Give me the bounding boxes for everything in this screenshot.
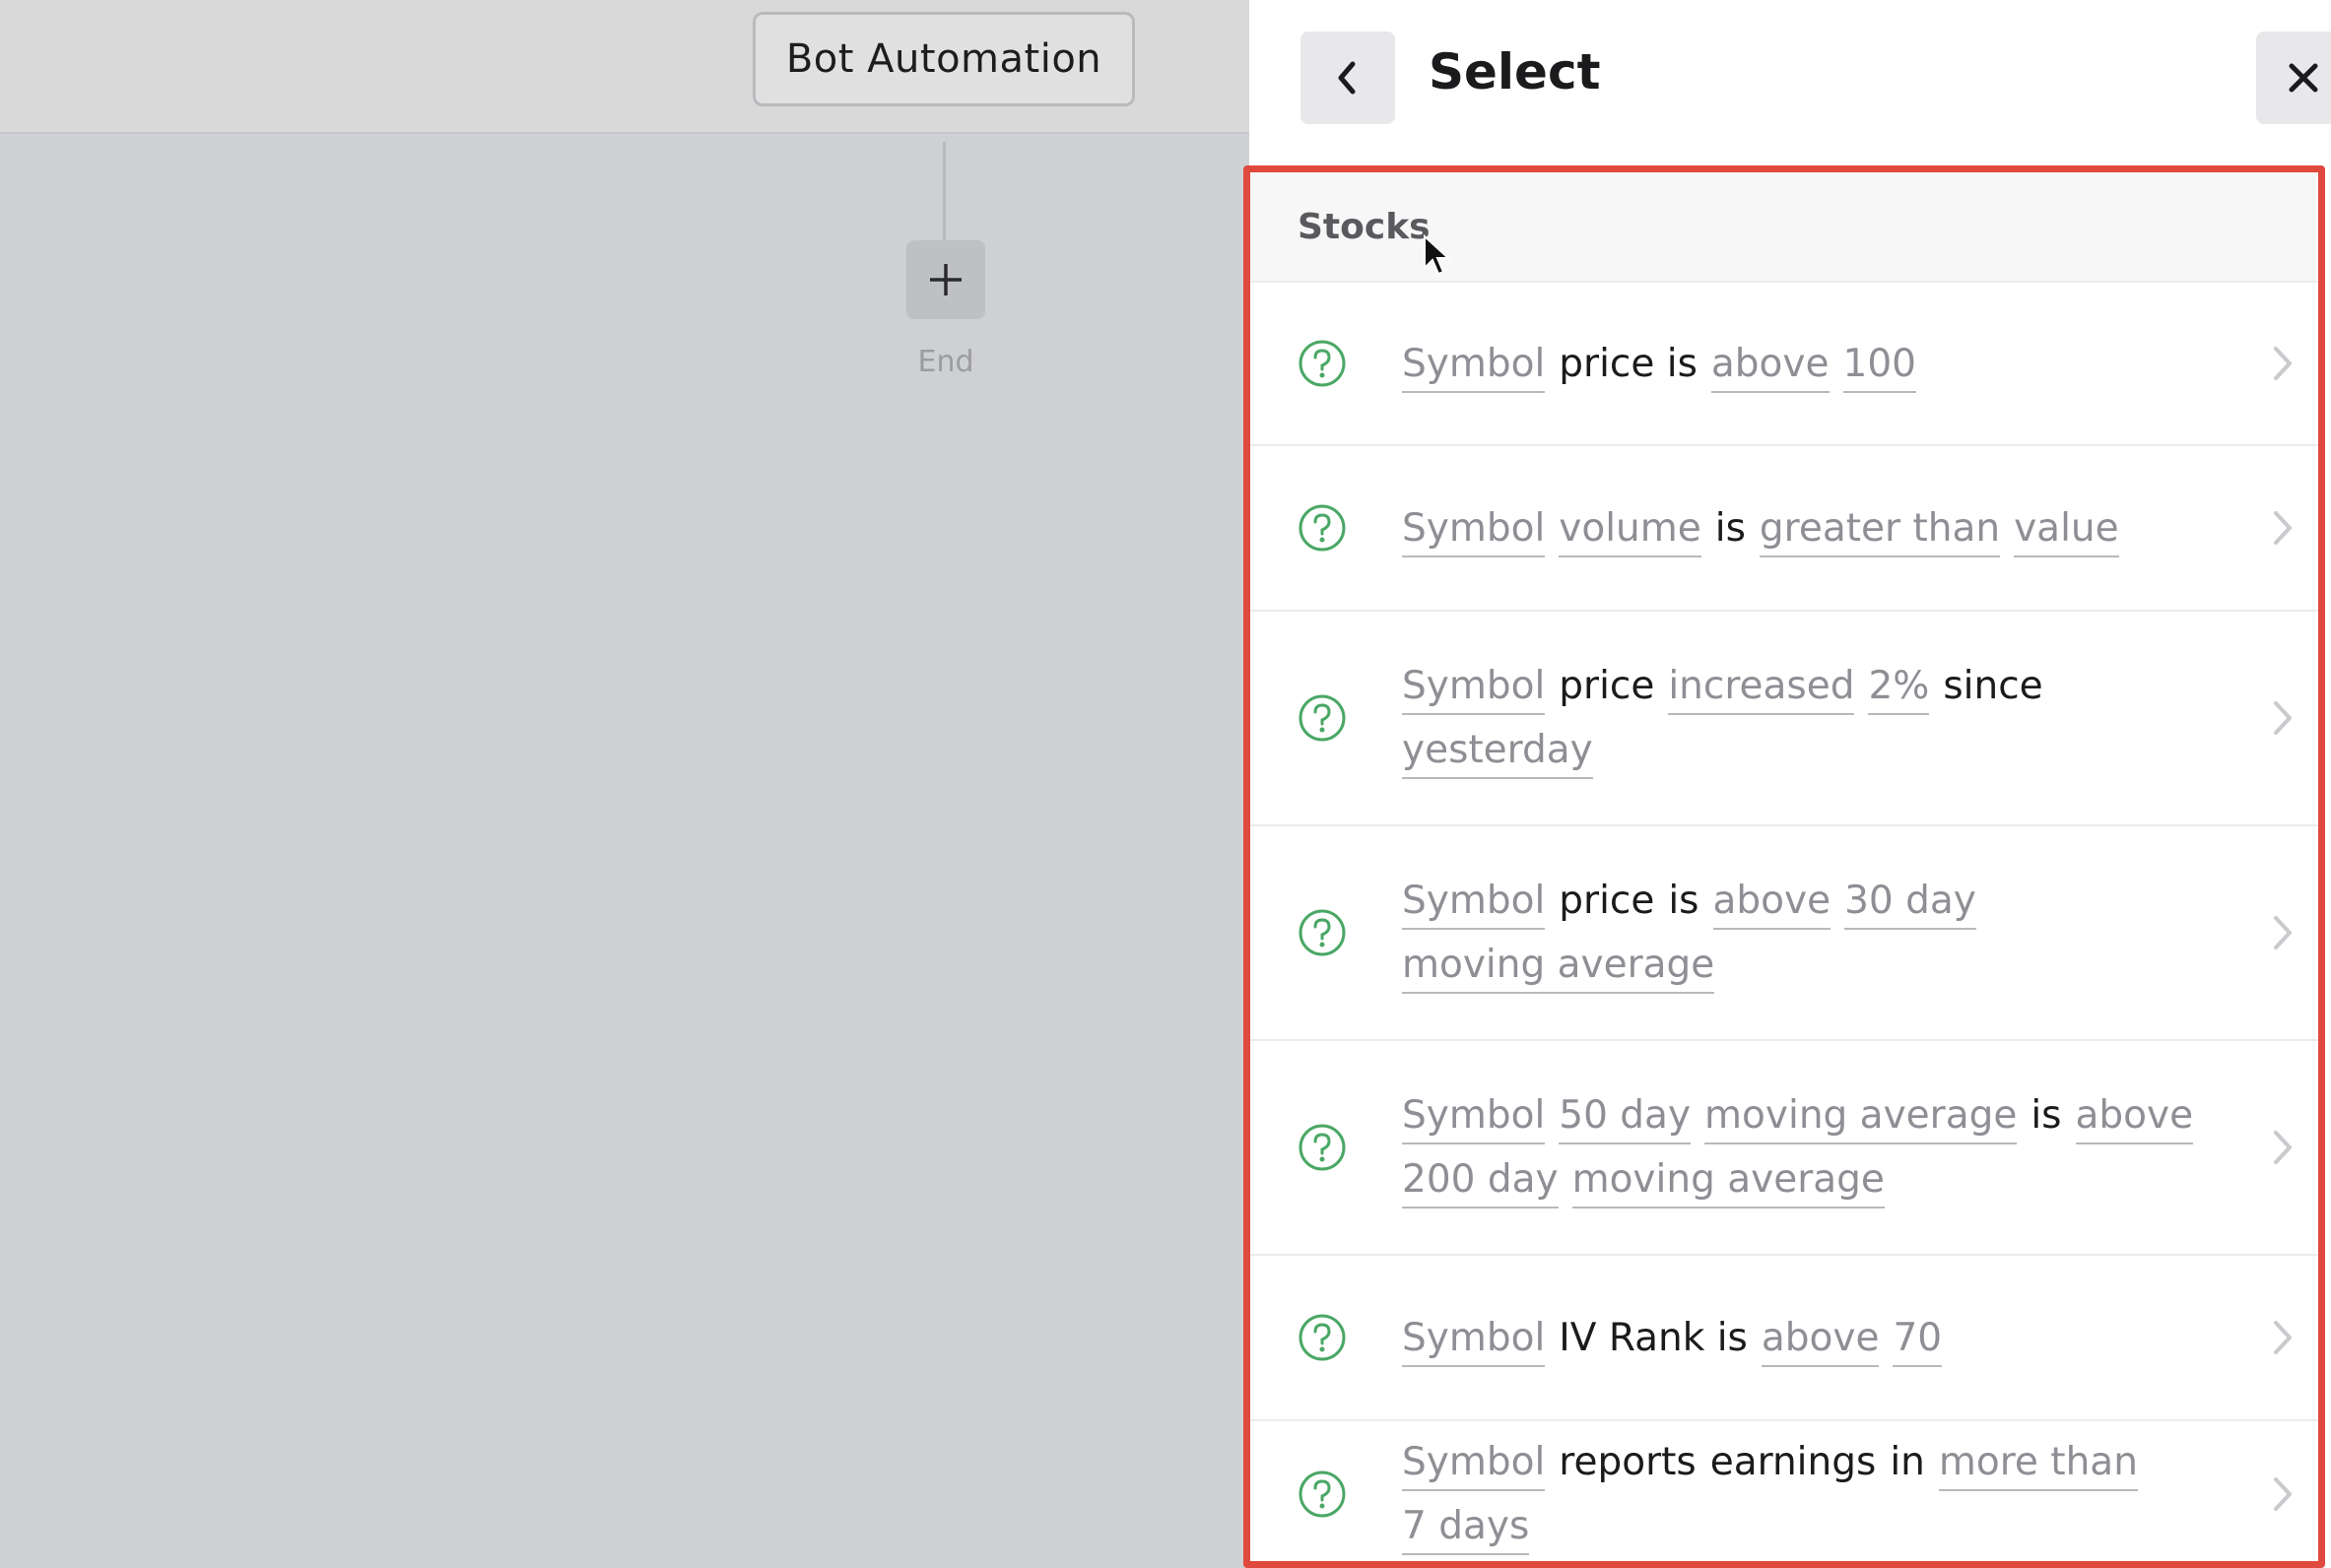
trigger-variable-token: 30 day: [1844, 875, 1976, 930]
section-label: Stocks: [1298, 206, 1431, 247]
trigger-variable-token: moving average: [1571, 1153, 1885, 1209]
chevron-right-icon: [2274, 347, 2292, 380]
trigger-variable-token: Symbol: [1402, 502, 1546, 557]
trigger-fixed-text: in: [1890, 1440, 1925, 1484]
trigger-variable-token: above: [2075, 1089, 2194, 1144]
panel-header: Select: [1249, 0, 2331, 163]
chevron-right-icon: [2274, 1477, 2292, 1511]
trigger-sentence: Symbol price is above 30 day moving average: [1402, 869, 2239, 997]
trigger-variable-token: Symbol: [1402, 660, 1546, 715]
trigger-fixed-text: price: [1559, 664, 1655, 708]
trigger-fixed-text: is: [2031, 1093, 2062, 1138]
trigger-variable-token: moving average: [1704, 1089, 2018, 1144]
chevron-right-icon: [2274, 701, 2292, 735]
trigger-variable-token: Symbol: [1402, 1089, 1546, 1144]
end-label: End: [917, 345, 974, 379]
cursor-pointer-icon: [1424, 234, 1450, 276]
trigger-variable-token: 7 days: [1402, 1500, 1530, 1555]
help-icon[interactable]: [1298, 503, 1347, 553]
trigger-variable-token: value: [2014, 502, 2119, 557]
close-icon: [2289, 63, 2318, 93]
bot-automation-button[interactable]: Bot Automation: [753, 12, 1135, 106]
trigger-fixed-text: is: [1714, 505, 1746, 551]
close-button[interactable]: [2256, 32, 2331, 124]
panel-title: Select: [1429, 43, 1601, 100]
trigger-variable-token: Symbol: [1402, 875, 1546, 930]
trigger-variable-token: 70: [1893, 1312, 1943, 1367]
trigger-fixed-text: is: [1668, 879, 1699, 923]
trigger-sentence: Symbol price is above 100: [1402, 332, 1930, 396]
trigger-sentence: Symbol IV Rank is above 70: [1402, 1306, 1956, 1370]
help-icon[interactable]: [1298, 1470, 1347, 1519]
chevron-right-icon: [2274, 1131, 2292, 1164]
trigger-variable-token: 50 day: [1559, 1089, 1692, 1144]
automation-canvas: Bot Automation End: [0, 0, 1249, 1568]
trigger-variable-token: Symbol: [1402, 338, 1546, 393]
help-icon[interactable]: [1298, 339, 1347, 388]
trigger-option-row[interactable]: Symbol volume is greater than value: [1250, 446, 2318, 612]
trigger-option-row[interactable]: Symbol 50 day moving average is above200 day…: [1250, 1041, 2318, 1256]
trigger-fixed-text: price: [1559, 879, 1655, 923]
trigger-variable-token: moving average: [1402, 939, 1715, 994]
chevron-right-icon: [2274, 511, 2292, 545]
trigger-fixed-text: price is: [1559, 341, 1698, 386]
chevron-right-icon: [2274, 1321, 2292, 1354]
trigger-variable-token: 2%: [1868, 660, 1930, 715]
help-icon[interactable]: [1298, 1313, 1347, 1362]
trigger-variable-token: above: [1712, 875, 1832, 930]
trigger-option-row[interactable]: Symbol reports earnings in more than 7 days: [1250, 1421, 2318, 1561]
trigger-variable-token: Symbol: [1402, 1436, 1546, 1491]
help-icon[interactable]: [1298, 693, 1347, 743]
flow-connector-line: [943, 142, 946, 240]
trigger-fixed-text: since: [1943, 664, 2043, 708]
trigger-variable-token: above: [1761, 1312, 1880, 1367]
trigger-variable-token: greater than: [1759, 502, 2001, 557]
trigger-variable-token: more than: [1938, 1436, 2138, 1491]
help-icon[interactable]: [1298, 908, 1347, 957]
help-icon[interactable]: [1298, 1123, 1347, 1172]
add-step-button[interactable]: [906, 240, 985, 319]
trigger-variable-token: volume: [1559, 502, 1701, 557]
back-button[interactable]: [1300, 32, 1395, 124]
trigger-fixed-text: IV Rank is: [1559, 1315, 1748, 1360]
section-header-stocks: Stocks: [1250, 172, 2318, 283]
trigger-variable-token: above: [1710, 338, 1830, 393]
trigger-fixed-text: earnings: [1709, 1440, 1877, 1484]
trigger-fixed-text: reports: [1559, 1440, 1697, 1484]
back-chevron-icon: [1338, 61, 1356, 95]
trigger-sentence: Symbol volume is greater than value: [1402, 496, 2133, 560]
plus-icon: [930, 264, 962, 295]
trigger-sentence: Symbol 50 day moving average is above200 day…: [1402, 1083, 2239, 1211]
trigger-variable-token: 100: [1842, 338, 1916, 393]
trigger-variable-token: Symbol: [1402, 1312, 1546, 1367]
select-panel: Select Stocks Symbol price is above 100 Symb…: [1243, 0, 2331, 1568]
trigger-list: Stocks Symbol price is above 100 Symbol volum…: [1243, 165, 2325, 1568]
trigger-variable-token: increased: [1668, 660, 1855, 715]
trigger-variable-token: 200 day: [1402, 1153, 1559, 1209]
trigger-option-row[interactable]: Symbol IV Rank is above 70: [1250, 1256, 2318, 1421]
trigger-sentence: Symbol price increased 2% since yesterday: [1402, 654, 2239, 782]
trigger-option-row[interactable]: Symbol price increased 2% since yesterday: [1250, 612, 2318, 826]
trigger-option-row[interactable]: Symbol price is above 30 day moving average: [1250, 826, 2318, 1041]
canvas-header: Bot Automation: [0, 0, 1249, 134]
trigger-variable-token: yesterday: [1402, 724, 1593, 779]
trigger-sentence: Symbol reports earnings in more than 7 days: [1402, 1430, 2239, 1558]
trigger-option-row[interactable]: Symbol price is above 100: [1250, 283, 2318, 446]
chevron-right-icon: [2274, 916, 2292, 949]
